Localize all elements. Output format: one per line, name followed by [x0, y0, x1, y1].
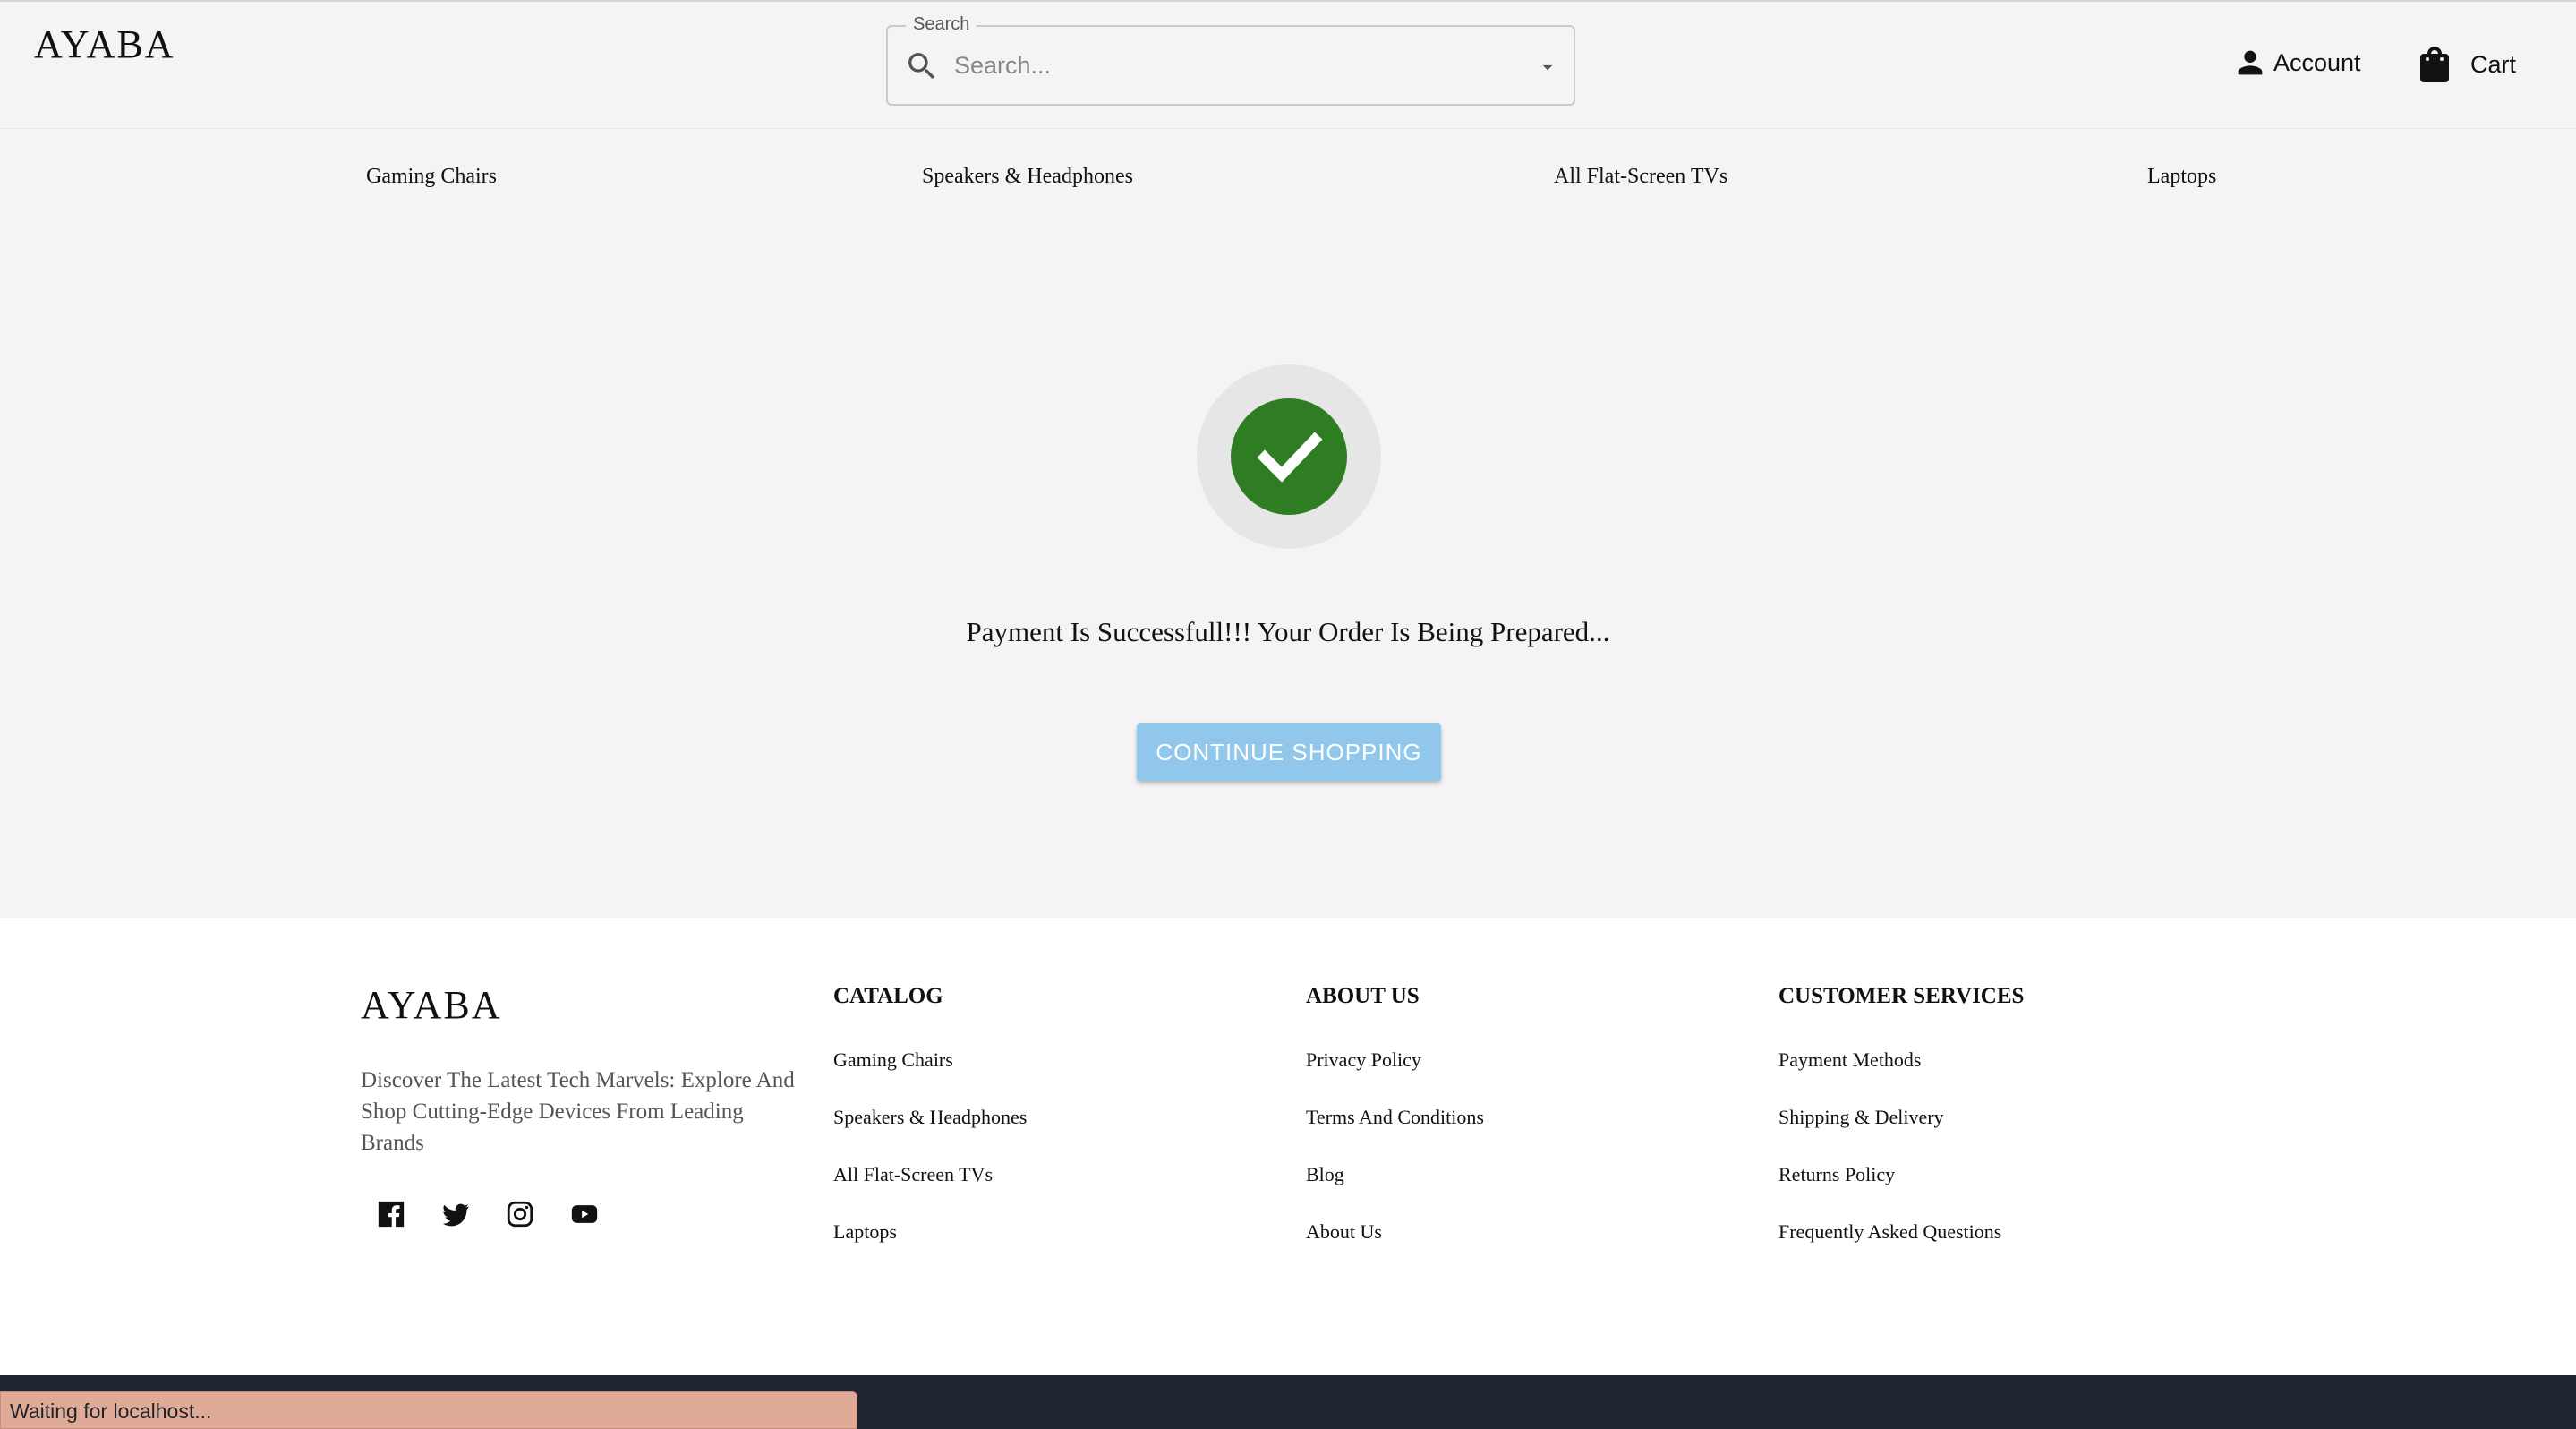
footer-link[interactable]: Privacy Policy: [1306, 1048, 1484, 1106]
twitter-icon[interactable]: [440, 1199, 471, 1229]
site-header: AYABA Search Account Cart: [0, 2, 2576, 129]
footer-logo[interactable]: AYABA: [361, 982, 502, 1028]
footer-column-title: CATALOG: [833, 984, 943, 1008]
search-input[interactable]: [954, 45, 1491, 86]
search-icon: [908, 53, 935, 80]
account-label: Account: [2273, 48, 2361, 76]
check-icon: [1257, 432, 1323, 483]
continue-shopping-button[interactable]: CONTINUE SHOPPING: [1137, 723, 1441, 781]
footer-tagline: Discover The Latest Tech Marvels: Explor…: [361, 1068, 795, 1155]
footer-column-customer-services: CUSTOMER SERVICES Payment Methods Shippi…: [1778, 984, 2024, 1278]
footer-link[interactable]: About Us: [1306, 1220, 1484, 1278]
shopping-bag-icon: [2420, 47, 2449, 82]
footer-link[interactable]: Terms And Conditions: [1306, 1106, 1484, 1163]
account-button[interactable]: Account: [2232, 45, 2361, 81]
footer-link[interactable]: Laptops: [833, 1220, 1027, 1278]
success-message: Payment Is Successfull!!! Your Order Is …: [966, 616, 1610, 647]
nav-item-gaming-chairs[interactable]: Gaming Chairs: [366, 165, 497, 189]
instagram-icon[interactable]: [505, 1199, 535, 1229]
footer-link[interactable]: Speakers & Headphones: [833, 1106, 1027, 1163]
footer-column-title: ABOUT US: [1306, 984, 1420, 1008]
category-nav: Gaming Chairs Speakers & Headphones All …: [0, 165, 2576, 201]
nav-item-speakers-headphones[interactable]: Speakers & Headphones: [922, 165, 1133, 189]
footer-column-title: CUSTOMER SERVICES: [1778, 984, 2025, 1008]
footer-link[interactable]: Frequently Asked Questions: [1778, 1220, 2024, 1278]
footer-link[interactable]: All Flat-Screen TVs: [833, 1163, 1027, 1220]
browser-status-bar: Waiting for localhost...: [0, 1391, 857, 1429]
footer-link[interactable]: Returns Policy: [1778, 1163, 2024, 1220]
cart-label: Cart: [2470, 50, 2517, 78]
footer-column-about-us: ABOUT US Privacy Policy Terms And Condit…: [1306, 984, 1484, 1278]
nav-item-flat-screen-tvs[interactable]: All Flat-Screen TVs: [1554, 165, 1727, 189]
footer-link[interactable]: Gaming Chairs: [833, 1048, 1027, 1106]
success-icon-backdrop: [1197, 364, 1381, 549]
search-box[interactable]: Search: [886, 14, 1575, 106]
nav-item-laptops[interactable]: Laptops: [2147, 165, 2216, 189]
footer-link[interactable]: Blog: [1306, 1163, 1484, 1220]
facebook-icon[interactable]: [376, 1199, 406, 1229]
youtube-icon[interactable]: [569, 1199, 600, 1229]
footer-column-catalog: CATALOG Gaming Chairs Speakers & Headpho…: [833, 984, 1027, 1278]
search-label: Search: [906, 14, 977, 35]
footer-link[interactable]: Payment Methods: [1778, 1048, 2024, 1106]
person-icon: [2238, 50, 2263, 75]
cart-button[interactable]: Cart: [2417, 45, 2516, 84]
checkmark-circle-icon: [1231, 398, 1347, 515]
social-links: [376, 1199, 600, 1229]
site-logo[interactable]: AYABA: [34, 21, 175, 67]
footer-link[interactable]: Shipping & Delivery: [1778, 1106, 2024, 1163]
chevron-down-icon[interactable]: [1536, 56, 1559, 79]
site-footer: AYABA Discover The Latest Tech Marvels: …: [0, 918, 2576, 1375]
